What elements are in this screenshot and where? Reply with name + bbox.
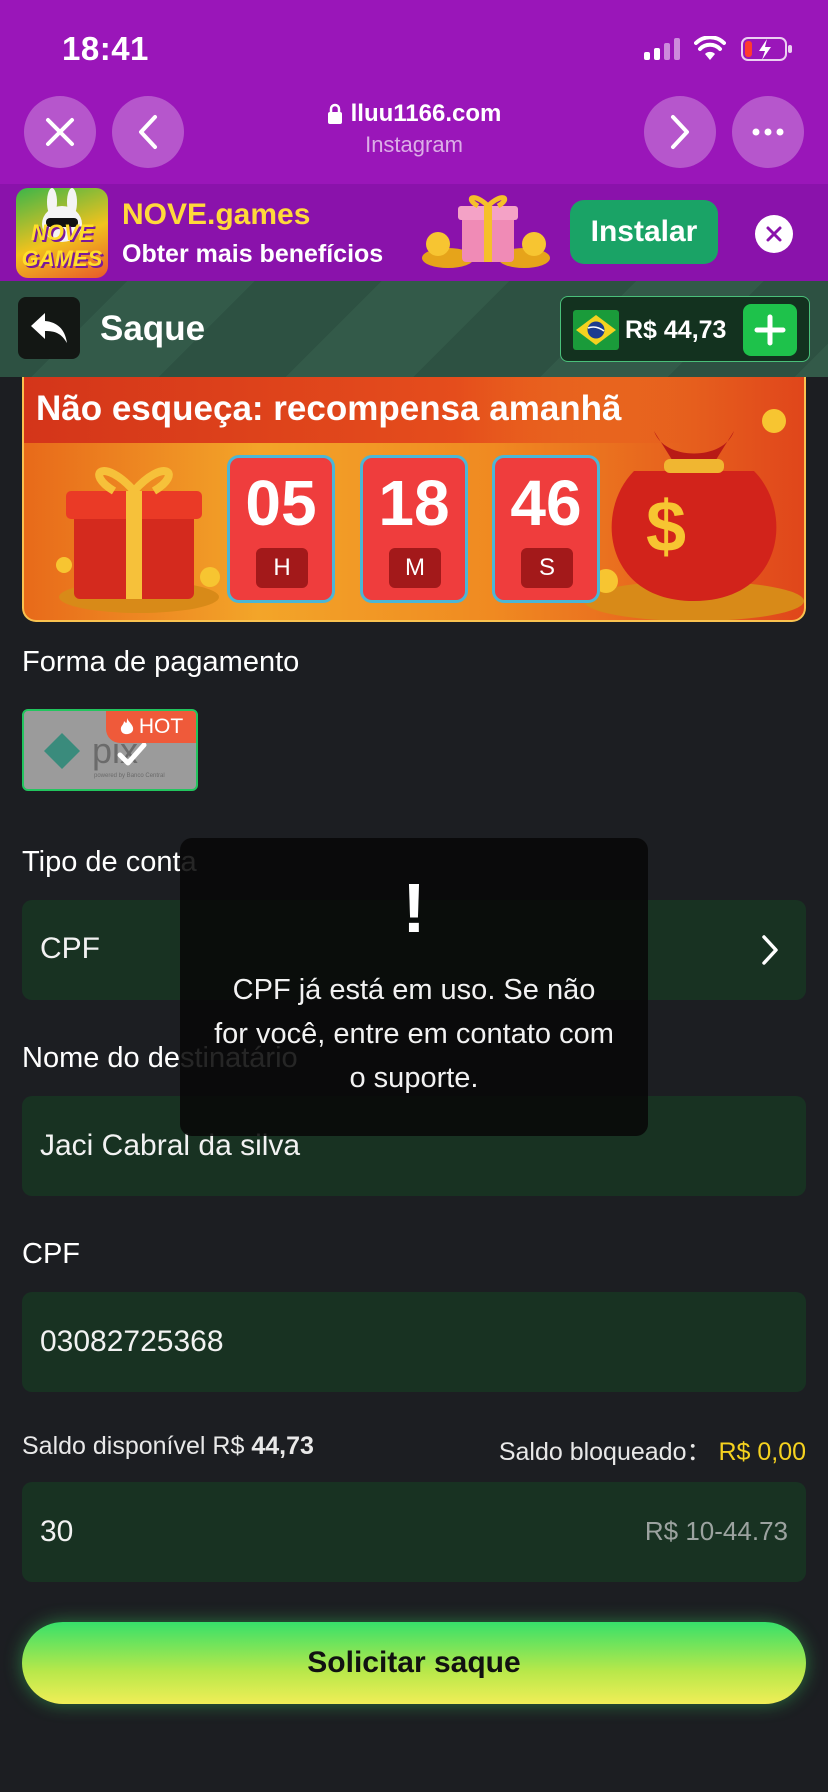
banner-close-button[interactable] <box>755 215 793 253</box>
gift-coins-image <box>422 195 550 268</box>
available-balance: Saldo disponível R$ 44,73 <box>22 1432 314 1461</box>
brazil-flag-icon <box>573 310 619 350</box>
status-time: 18:41 <box>62 30 149 67</box>
request-withdrawal-button[interactable]: Solicitar saque <box>22 1622 806 1704</box>
timer-hours-unit: H <box>256 548 308 588</box>
install-banner: NOVE GAMES NOVE.games Obter mais benefíc… <box>0 184 828 281</box>
plus-icon <box>754 314 786 346</box>
blocked-balance-label: Saldo bloqueado： <box>498 1438 712 1466</box>
cpf-field[interactable] <box>22 1292 806 1392</box>
error-toast: ! CPF já está em uso. Se não for você, e… <box>180 838 648 1136</box>
reward-countdown-card[interactable]: $ Não esqueça: recompensa amanhã 05 H 18… <box>22 377 806 622</box>
banner-subtitle: Obter mais benefícios <box>122 240 384 268</box>
available-balance-label: Saldo disponível R$ <box>22 1432 245 1460</box>
banner-title: NOVE.games <box>122 198 311 231</box>
cpf-input[interactable] <box>22 1292 806 1392</box>
install-button[interactable]: Instalar <box>570 200 718 264</box>
back-arrow-icon <box>31 313 67 343</box>
chevron-left-icon <box>139 115 157 149</box>
payment-method-label: Forma de pagamento <box>22 646 300 678</box>
app-icon: NOVE GAMES <box>16 188 108 278</box>
balance-display: R$ 44,73 <box>560 296 810 362</box>
timer-hours: 05 H <box>227 455 335 603</box>
battery-charging-icon <box>741 37 792 61</box>
pix-tagline: powered by Banco Central <box>94 773 165 779</box>
blocked-balance: Saldo bloqueado： R$ 0,00 <box>499 1432 806 1468</box>
browser-back-button[interactable] <box>112 96 184 168</box>
hot-badge: HOT <box>106 711 196 743</box>
timer-minutes-unit: M <box>389 548 441 588</box>
browser-chrome: 18:41 lluu1166.com Instagram <box>0 0 828 184</box>
timer-hours-value: 05 <box>245 467 317 539</box>
timer-seconds-unit: S <box>521 548 573 588</box>
cellular-signal-icon <box>644 38 680 60</box>
balance-info-row: Saldo disponível R$ 44,73 Saldo bloquead… <box>22 1432 806 1466</box>
app-header: Saque R$ 44,73 <box>0 281 828 377</box>
back-button[interactable] <box>18 297 80 359</box>
fire-icon <box>120 718 133 735</box>
reward-title: Não esqueça: recompensa amanhã <box>36 389 622 428</box>
hot-badge-text: HOT <box>138 715 184 738</box>
chevron-right-icon <box>762 935 778 965</box>
close-icon <box>46 118 74 146</box>
timer-minutes-value: 18 <box>378 467 450 539</box>
withdraw-amount-field[interactable]: R$ 10-44.73 <box>22 1482 806 1582</box>
timer-seconds: 46 S <box>492 455 600 603</box>
url-source: Instagram <box>365 132 463 157</box>
balance-amount: R$ 44,73 <box>625 316 727 344</box>
amount-range-hint: R$ 10-44.73 <box>644 1516 788 1546</box>
chevron-right-icon <box>671 115 689 149</box>
account-type-value: CPF <box>40 932 100 965</box>
pix-payment-option[interactable]: pix powered by Banco Central HOT <box>22 709 198 791</box>
cpf-label: CPF <box>22 1238 80 1270</box>
reward-title-bar: Não esqueça: recompensa amanhã <box>24 377 804 443</box>
app-icon-text: NOVE GAMES <box>21 220 103 271</box>
more-dots-icon <box>752 128 784 136</box>
timer-minutes: 18 M <box>360 455 468 603</box>
browser-more-button[interactable] <box>732 96 804 168</box>
page-title: Saque <box>100 309 206 348</box>
status-icons <box>644 34 794 64</box>
url-text: lluu1166.com <box>350 100 502 127</box>
blocked-balance-value: R$ 0,00 <box>718 1438 806 1466</box>
toast-message: CPF já está em uso. Se não for você, ent… <box>214 974 614 1094</box>
lock-icon <box>327 103 342 124</box>
svg-text:$: $ <box>646 487 686 567</box>
gift-box-image <box>56 467 220 613</box>
wifi-icon <box>694 36 726 60</box>
timer-seconds-value: 46 <box>510 467 582 539</box>
close-icon <box>766 226 782 242</box>
close-browser-button[interactable] <box>24 96 96 168</box>
account-type-label: Tipo de conta <box>22 846 197 878</box>
address-bar[interactable]: lluu1166.com Instagram <box>250 100 578 158</box>
exclamation-icon: ! <box>402 869 426 947</box>
deposit-plus-button[interactable] <box>743 304 797 356</box>
available-balance-value: 44,73 <box>251 1432 314 1460</box>
browser-forward-button[interactable] <box>644 96 716 168</box>
